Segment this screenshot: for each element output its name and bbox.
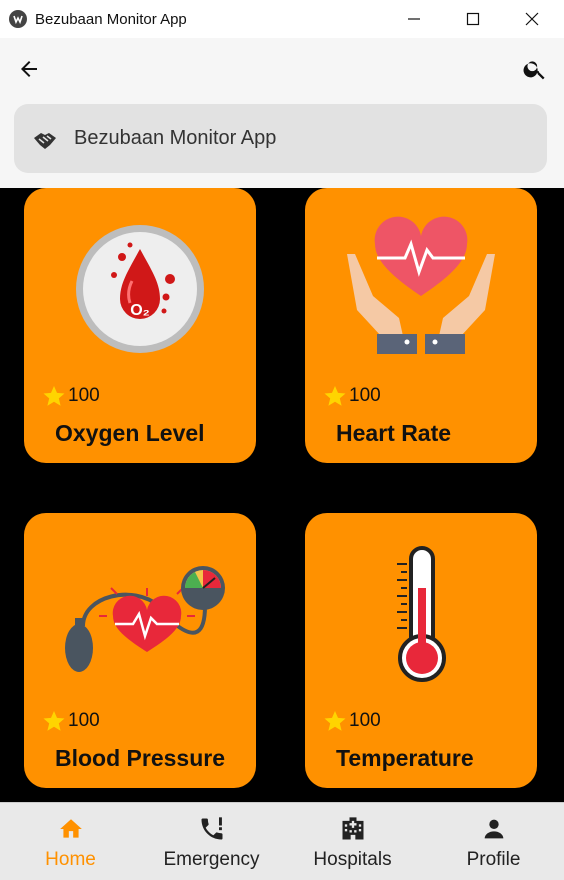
star-icon [324,711,346,731]
app-search-bar[interactable]: Bezubaan Monitor App [14,104,547,173]
star-icon [324,386,346,406]
card-rating: 100 [42,384,100,408]
card-blood-pressure[interactable]: 100 Blood Pressure [24,513,256,788]
search-icon [523,61,545,80]
arrow-left-icon [21,61,37,77]
hospital-icon [342,817,363,840]
nav-hospitals[interactable]: Hospitals [282,803,423,880]
close-button[interactable] [503,0,561,38]
nav-profile[interactable]: Profile [423,803,564,880]
card-rating: 100 [323,384,381,408]
rating-value: 100 [349,385,381,406]
phone-alert-icon [201,817,222,840]
card-title: Temperature [336,745,474,771]
card-title: Oxygen Level [55,420,205,446]
card-temperature[interactable]: 100 Temperature [305,513,537,788]
maximize-button[interactable] [444,0,502,38]
card-oxygen-level[interactable]: O₂ 100 Oxygen Level [24,188,256,463]
card-title: Blood Pressure [55,745,225,771]
thermometer-icon [305,539,537,689]
nav-emergency[interactable]: Emergency [141,803,282,880]
star-icon [43,711,65,731]
minimize-button[interactable] [385,0,443,38]
blood-pressure-gauge-icon [24,539,256,689]
bottom-nav: Home Emergency Hospitals Profile [0,802,564,880]
rating-value: 100 [349,710,381,731]
card-heart-rate[interactable]: 100 Heart Rate [305,188,537,463]
window-title: Bezubaan Monitor App [35,10,187,28]
home-icon [59,819,82,838]
card-rating: 100 [323,709,381,733]
nav-label: Profile [466,849,521,870]
nav-label: Hospitals [313,849,392,870]
search-button[interactable] [520,54,550,84]
search-bar-text: Bezubaan Monitor App [74,127,277,149]
app-bar: Bezubaan Monitor App [0,38,564,188]
card-title: Heart Rate [336,420,452,446]
svg-text:O₂: O₂ [130,302,150,319]
back-button[interactable] [14,54,44,84]
card-rating: 100 [42,709,100,733]
nav-label: Emergency [163,849,260,870]
star-icon [43,386,65,406]
rating-value: 100 [68,710,100,731]
nav-label: Home [45,849,96,870]
rating-value: 100 [68,385,100,406]
heart-hands-icon [34,132,56,149]
nav-home[interactable]: Home [0,803,141,880]
app-logo-icon [9,10,27,28]
heart-in-hands-icon [305,214,537,364]
person-icon [484,819,503,839]
oxygen-drop-icon: O₂ [24,214,256,364]
window-titlebar: Bezubaan Monitor App [0,0,564,38]
